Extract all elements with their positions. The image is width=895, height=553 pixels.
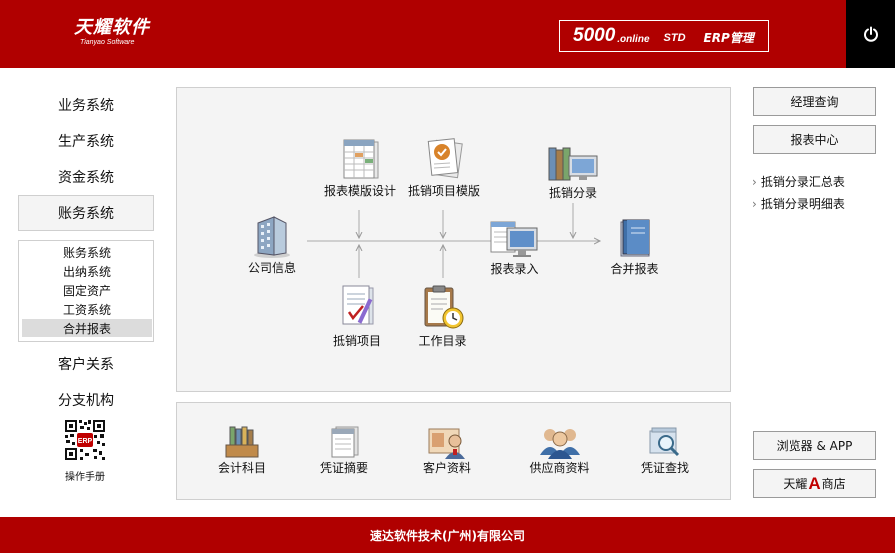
nav-funds[interactable]: 资金系统 [18,160,154,194]
store-suffix: 商店 [821,477,846,491]
quick-label: 供应商资料 [529,461,590,475]
subnav-cashier[interactable]: 出纳系统 [22,262,152,280]
quick-customer-info[interactable]: 客户资料 [412,425,482,476]
quick-supplier-info[interactable]: 供应商资料 [517,425,602,476]
chevron-right-icon: › [752,175,757,189]
qr-code-icon[interactable]: ERP [64,419,106,461]
quick-voucher-search[interactable]: 凭证查找 [630,425,700,476]
flow-panel: 报表模版设计 抵销项目模版 抵销分录 公司信息 报表录入 合并报表 抵销项目 工… [176,87,731,392]
document-pencil-icon [342,285,374,325]
subnav-accounting[interactable]: 账务系统 [22,243,152,261]
report-book-icon [620,219,649,257]
search-document-icon [649,427,680,457]
flow-expense-template[interactable]: 抵销项目模版 [399,136,489,199]
quick-label: 凭证摘要 [319,461,368,475]
link-label: 抵销分录明细表 [760,197,845,211]
footer-bar: 速达软件技术(广州)有限公司 [0,517,895,553]
product-edition: STD [663,31,686,44]
subnav-payroll[interactable]: 工资系统 [22,300,152,318]
clipboard-clock-icon [424,285,463,329]
subnav-fixed-assets[interactable]: 固定资产 [22,281,152,299]
quick-accounting-subjects[interactable]: 会计科目 [207,425,277,476]
store-prefix: 天耀 [783,477,808,491]
power-button[interactable] [846,0,895,68]
quick-access-panel: 会计科目 凭证摘要 客户资料 供应商资料 凭证查找 [176,402,731,500]
product-badge: 5000 .online STD ERP管理 [559,20,769,52]
binders-monitor-icon [548,147,598,181]
nav-crm[interactable]: 客户关系 [18,347,154,381]
accounting-subnav: 账务系统 出纳系统 固定资产 工资系统 合并报表 [18,240,154,342]
flow-expense-items[interactable]: 抵销项目 [322,284,392,349]
customer-card-icon [428,428,465,459]
chevron-right-icon: › [752,197,757,211]
flow-company-info[interactable]: 公司信息 [237,213,307,276]
store-a-logo: A [808,473,821,493]
flow-label: 报表模版设计 [323,184,396,198]
product-online: .online [617,33,650,45]
file-tray-icon [225,426,259,458]
quick-voucher-summary[interactable]: 凭证摘要 [309,425,379,476]
brand-logo: 天耀软件 Tianyao Software [74,18,150,47]
product-number: 5000 [573,25,616,46]
qr-badge: ERP [78,438,93,445]
brand-name-cn: 天耀软件 [74,17,150,38]
power-icon [863,26,878,42]
flow-label: 抵销项目模版 [407,184,480,198]
header-bar: 天耀软件 Tianyao Software 5000 .online STD E… [0,0,895,68]
flow-label: 抵销分录 [548,186,597,200]
flow-work-directory[interactable]: 工作目录 [405,284,480,349]
product-name: ERP管理 [703,30,754,45]
footer-company: 速达软件技术(广州)有限公司 [370,528,525,543]
flow-report-entry[interactable]: 报表录入 [477,220,552,277]
brand-name-en: Tianyao Software [80,39,135,46]
link-label: 抵销分录汇总表 [760,175,845,189]
report-center-button[interactable]: 报表中心 [753,125,876,154]
spreadsheet-icon [343,139,379,179]
flow-label: 报表录入 [490,262,539,276]
manager-query-button[interactable]: 经理查询 [753,87,876,116]
nav-business[interactable]: 业务系统 [18,88,154,122]
flow-offset-entry[interactable]: 抵销分录 [533,144,613,201]
flow-label: 合并报表 [610,262,659,276]
document-stack-icon [331,426,359,458]
flow-report-template[interactable]: 报表模版设计 [315,138,405,199]
nav-accounting[interactable]: 账务系统 [18,195,154,231]
store-button[interactable]: 天耀 A 商店 [753,469,876,498]
flow-consolidated-report[interactable]: 合并报表 [602,216,667,277]
quick-label: 客户资料 [422,461,471,475]
flow-label: 工作目录 [418,334,467,348]
document-check-icon [427,138,463,179]
quick-label: 凭证查找 [640,461,689,475]
nav-branches[interactable]: 分支机构 [18,383,154,417]
offset-summary-link[interactable]: › 抵销分录汇总表 [752,173,845,190]
people-group-icon [539,429,580,459]
data-entry-monitor-icon [490,221,537,257]
offset-detail-link[interactable]: › 抵销分录明细表 [752,195,845,212]
subnav-consolidated[interactable]: 合并报表 [22,319,152,337]
quick-label: 会计科目 [217,461,266,475]
qr-label: 操作手册 [65,472,105,483]
flow-label: 公司信息 [247,261,296,275]
flow-label: 抵销项目 [332,334,381,348]
office-building-icon [254,216,290,258]
nav-production[interactable]: 生产系统 [18,124,154,158]
browser-app-button[interactable]: 浏览器 & APP [753,431,876,460]
